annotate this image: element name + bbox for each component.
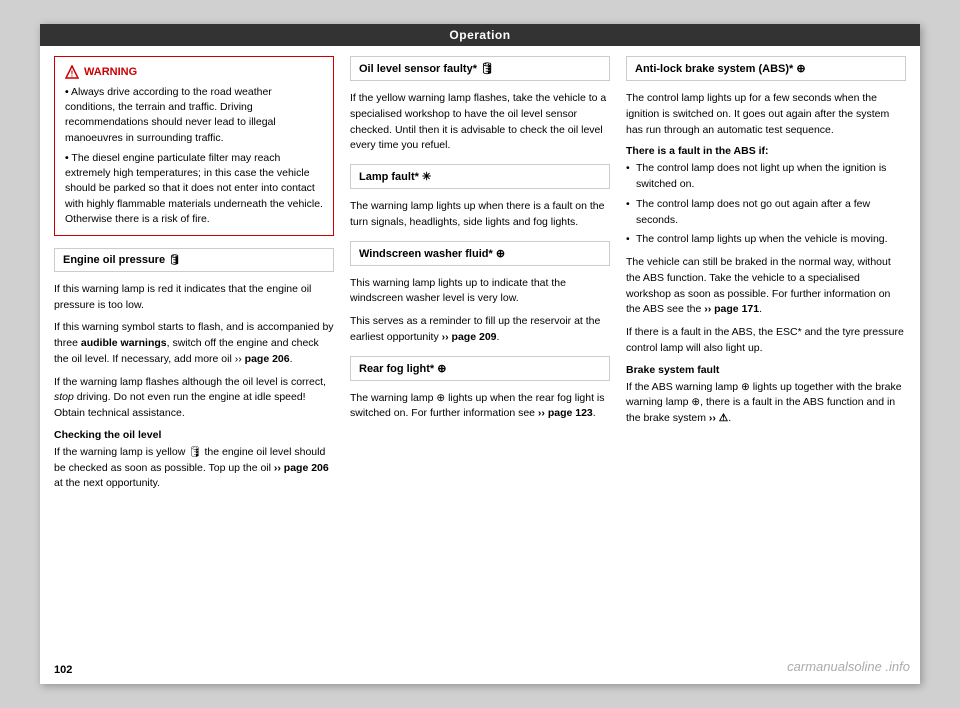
- abs-para1: The control lamp lights up for a few sec…: [626, 91, 906, 138]
- oil-sensor-title: Oil level sensor faulty* 🛢: [359, 62, 601, 75]
- abs-icon: ⊕: [796, 63, 805, 75]
- check-oil-para: If the warning lamp is yellow 🛢 the engi…: [54, 445, 334, 492]
- rear-fog-icon: ⊕: [437, 363, 446, 375]
- lamp-fault-icon: ✳: [422, 171, 431, 183]
- engine-oil-section: Engine oil pressure 🛢: [54, 248, 334, 272]
- warning-box: ! WARNING • Always drive according to th…: [54, 56, 334, 236]
- windscreen-para1: This warning lamp lights up to indicate …: [350, 276, 610, 308]
- abs-para2: The vehicle can still be braked in the n…: [626, 255, 906, 318]
- rear-fog-section: Rear fog light* ⊕: [350, 356, 610, 381]
- header-title: Operation: [449, 28, 510, 42]
- warning-title: ! WARNING: [65, 65, 323, 79]
- abs-fault-list: The control lamp does not light up when …: [626, 161, 906, 248]
- abs-fault2: The control lamp does not go out again a…: [626, 197, 906, 229]
- page: Operation ! WARNING • Always drive accor…: [40, 24, 920, 684]
- warning-bullet1: Always drive according to the road weath…: [65, 86, 276, 144]
- page-header: Operation: [40, 24, 920, 46]
- lamp-fault-title: Lamp fault* ✳: [359, 170, 601, 183]
- oil-sensor-icon: 🛢: [480, 63, 494, 75]
- check-oil-heading: Checking the oil level: [54, 429, 334, 441]
- page-number: 102: [54, 664, 72, 676]
- engine-oil-para3: If the warning lamp flashes although the…: [54, 375, 334, 422]
- rear-fog-para1: The warning lamp ⊕ lights up when the re…: [350, 391, 610, 423]
- rear-fog-title: Rear fog light* ⊕: [359, 362, 601, 375]
- lamp-fault-para1: The warning lamp lights up when there is…: [350, 199, 610, 231]
- brake-fault-heading: Brake system fault: [626, 364, 906, 376]
- watermark: carmanualsoline .info: [787, 659, 910, 674]
- engine-oil-para1: If this warning lamp is red it indicates…: [54, 282, 334, 314]
- warning-bullet2: The diesel engine particulate filter may…: [65, 152, 323, 225]
- windscreen-para2: This serves as a reminder to fill up the…: [350, 314, 610, 346]
- warning-label: WARNING: [84, 66, 137, 78]
- abs-fault3: The control lamp lights up when the vehi…: [626, 232, 906, 248]
- svg-text:!: !: [71, 70, 74, 79]
- oil-sensor-section: Oil level sensor faulty* 🛢: [350, 56, 610, 81]
- engine-oil-icon: 🛢: [168, 255, 181, 266]
- engine-oil-para2: If this warning symbol starts to flash, …: [54, 320, 334, 367]
- abs-para3: If there is a fault in the ABS, the ESC*…: [626, 325, 906, 357]
- brake-fault-para: If the ABS warning lamp ⊕ lights up toge…: [626, 380, 906, 427]
- middle-column: Oil level sensor faulty* 🛢 If the yellow…: [350, 56, 610, 492]
- engine-oil-title: Engine oil pressure 🛢: [63, 254, 325, 266]
- right-column: Anti-lock brake system (ABS)* ⊕ The cont…: [626, 56, 906, 492]
- windscreen-title: Windscreen washer fluid* ⊕: [359, 247, 601, 260]
- warning-triangle-icon: !: [65, 65, 79, 79]
- abs-fault1: The control lamp does not light up when …: [626, 161, 906, 193]
- left-column: ! WARNING • Always drive according to th…: [54, 56, 334, 492]
- windscreen-section: Windscreen washer fluid* ⊕: [350, 241, 610, 266]
- oil-sensor-para1: If the yellow warning lamp flashes, take…: [350, 91, 610, 154]
- page-ref-1: [235, 353, 245, 365]
- warning-body: • Always drive according to the road wea…: [65, 85, 323, 227]
- windscreen-icon: ⊕: [496, 248, 505, 260]
- lamp-fault-section: Lamp fault* ✳: [350, 164, 610, 189]
- abs-fault-heading: There is a fault in the ABS if:: [626, 145, 906, 157]
- abs-section: Anti-lock brake system (ABS)* ⊕: [626, 56, 906, 81]
- abs-title: Anti-lock brake system (ABS)* ⊕: [635, 62, 897, 75]
